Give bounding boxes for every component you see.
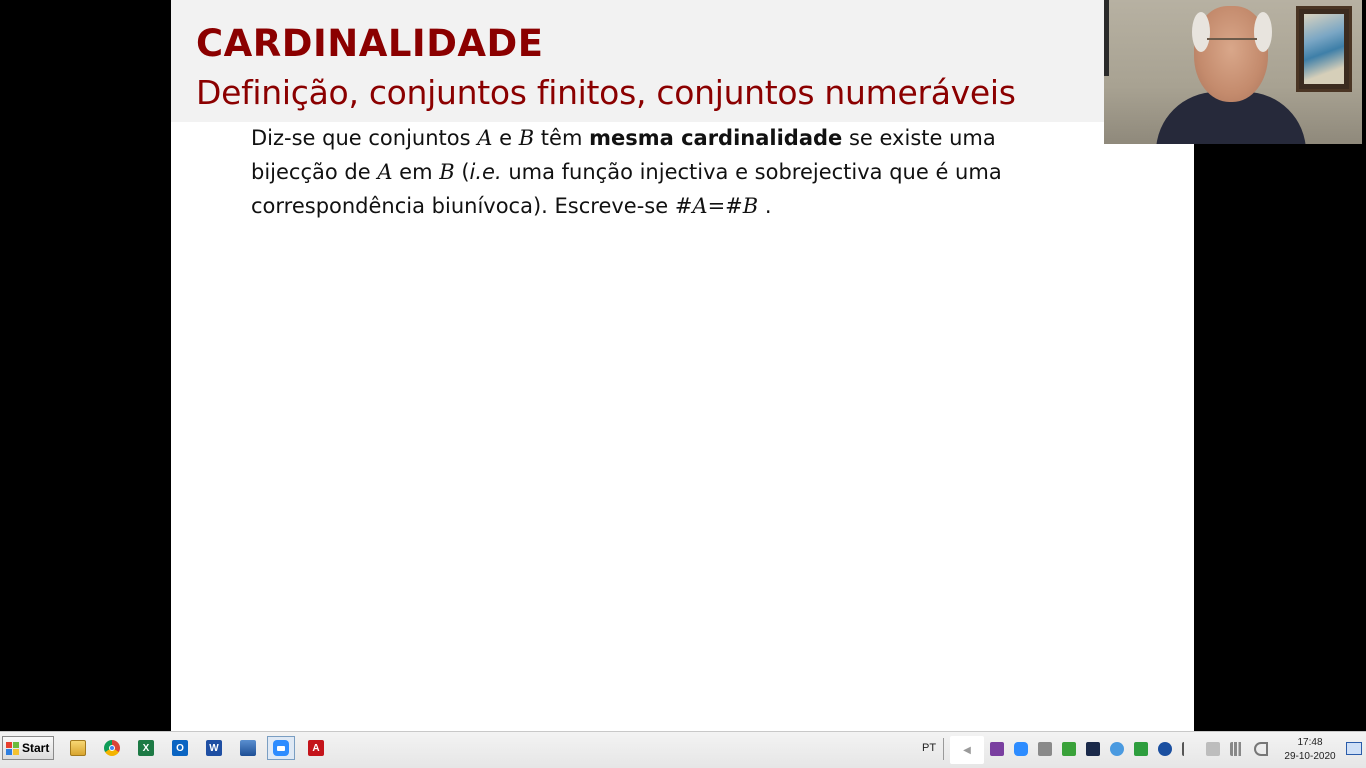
taskbar-app-acrobat[interactable]: A bbox=[302, 736, 330, 760]
taskbar-app-file-explorer[interactable] bbox=[64, 736, 92, 760]
taskbar-app-chrome[interactable] bbox=[98, 736, 126, 760]
clock-date: 29-10-2020 bbox=[1284, 751, 1336, 762]
tray-overflow-button[interactable]: ◀ bbox=[950, 736, 984, 764]
body-text: . bbox=[758, 194, 772, 218]
acrobat-icon: A bbox=[308, 740, 324, 756]
body-line-3: correspondência biunívoca). Escreve-se #… bbox=[251, 189, 1111, 223]
monitor-tray-icon[interactable] bbox=[1086, 742, 1100, 756]
taskbar-app-word[interactable]: W bbox=[200, 736, 228, 760]
cloud-tray-icon[interactable] bbox=[1110, 742, 1124, 756]
network-icon bbox=[240, 740, 256, 756]
body-text: e bbox=[492, 126, 519, 150]
math-var-b: B bbox=[518, 126, 535, 150]
body-text: se existe uma bbox=[842, 126, 996, 150]
excel-icon: X bbox=[138, 740, 154, 756]
word-icon: W bbox=[206, 740, 222, 756]
ie-abbrev: i.e. bbox=[469, 160, 502, 184]
body-text: em bbox=[392, 160, 440, 184]
tray-app-icon[interactable] bbox=[990, 742, 1004, 756]
taskbar-app-network-drive[interactable] bbox=[234, 736, 262, 760]
math-var-a: A bbox=[477, 126, 493, 150]
flag-icon[interactable] bbox=[1182, 742, 1196, 756]
slide-title: CARDINALIDADE bbox=[196, 22, 544, 65]
zoom-icon bbox=[273, 740, 289, 756]
taskbar-app-excel[interactable]: X bbox=[132, 736, 160, 760]
webcam-background-painting bbox=[1296, 6, 1352, 92]
body-line-2: bijecção de A em B (i.e. uma função inje… bbox=[251, 155, 1111, 189]
chrome-icon bbox=[104, 740, 120, 756]
network-tray-icon[interactable] bbox=[1038, 742, 1052, 756]
body-text: têm bbox=[534, 126, 590, 150]
check-tray-icon[interactable] bbox=[1062, 742, 1076, 756]
system-clock[interactable]: 17:48 29-10-2020 bbox=[1276, 736, 1344, 764]
signal-icon[interactable] bbox=[1230, 742, 1244, 756]
power-tray-icon[interactable] bbox=[1206, 742, 1220, 756]
body-text: uma função injectiva e sobrejectiva que … bbox=[501, 160, 1002, 184]
outlook-icon: O bbox=[172, 740, 188, 756]
math-var-a: A bbox=[377, 160, 393, 184]
body-text: bijecção de bbox=[251, 160, 378, 184]
slide-subtitle: Definição, conjuntos finitos, conjuntos … bbox=[196, 73, 1016, 112]
bluetooth-icon[interactable] bbox=[1158, 742, 1172, 756]
notification-icon[interactable] bbox=[1346, 742, 1362, 755]
body-text: ( bbox=[454, 160, 470, 184]
cardinality-formula: #A=#B bbox=[674, 194, 759, 218]
volume-icon[interactable] bbox=[1254, 742, 1268, 756]
presenter-glasses bbox=[1207, 38, 1257, 48]
painting-art bbox=[1304, 14, 1344, 84]
language-indicator[interactable]: PT bbox=[922, 742, 936, 754]
start-button[interactable]: Start bbox=[2, 736, 54, 760]
taskbar: Start X O W A PT ◀ 17:48 29-10-2020 bbox=[0, 731, 1366, 768]
taskbar-app-outlook[interactable]: O bbox=[166, 736, 194, 760]
body-text: Diz-se que conjuntos bbox=[251, 126, 478, 150]
bold-term: mesma cardinalidade bbox=[589, 126, 843, 150]
body-line-1: Diz-se que conjuntos A e B têm mesma car… bbox=[251, 121, 1111, 155]
tray-separator bbox=[943, 738, 944, 760]
slide-header: CARDINALIDADE Definição, conjuntos finit… bbox=[171, 0, 1194, 122]
clock-time: 17:48 bbox=[1297, 737, 1323, 748]
math-var-b: B bbox=[439, 160, 455, 184]
body-text: correspondência biunívoca). Escreve-se bbox=[251, 194, 675, 218]
webcam-background-door bbox=[1104, 0, 1109, 76]
chevron-left-icon: ◀ bbox=[963, 744, 971, 756]
slide-body: Diz-se que conjuntos A e B têm mesma car… bbox=[251, 121, 1111, 223]
taskbar-app-zoom[interactable] bbox=[267, 736, 295, 760]
windows-logo-icon bbox=[6, 741, 19, 755]
presentation-slide: CARDINALIDADE Definição, conjuntos finit… bbox=[171, 0, 1194, 731]
sync-tray-icon[interactable] bbox=[1134, 742, 1148, 756]
start-label: Start bbox=[22, 741, 50, 755]
zoom-tray-icon[interactable] bbox=[1014, 742, 1028, 756]
folder-icon bbox=[70, 740, 86, 756]
webcam-video bbox=[1104, 0, 1362, 144]
